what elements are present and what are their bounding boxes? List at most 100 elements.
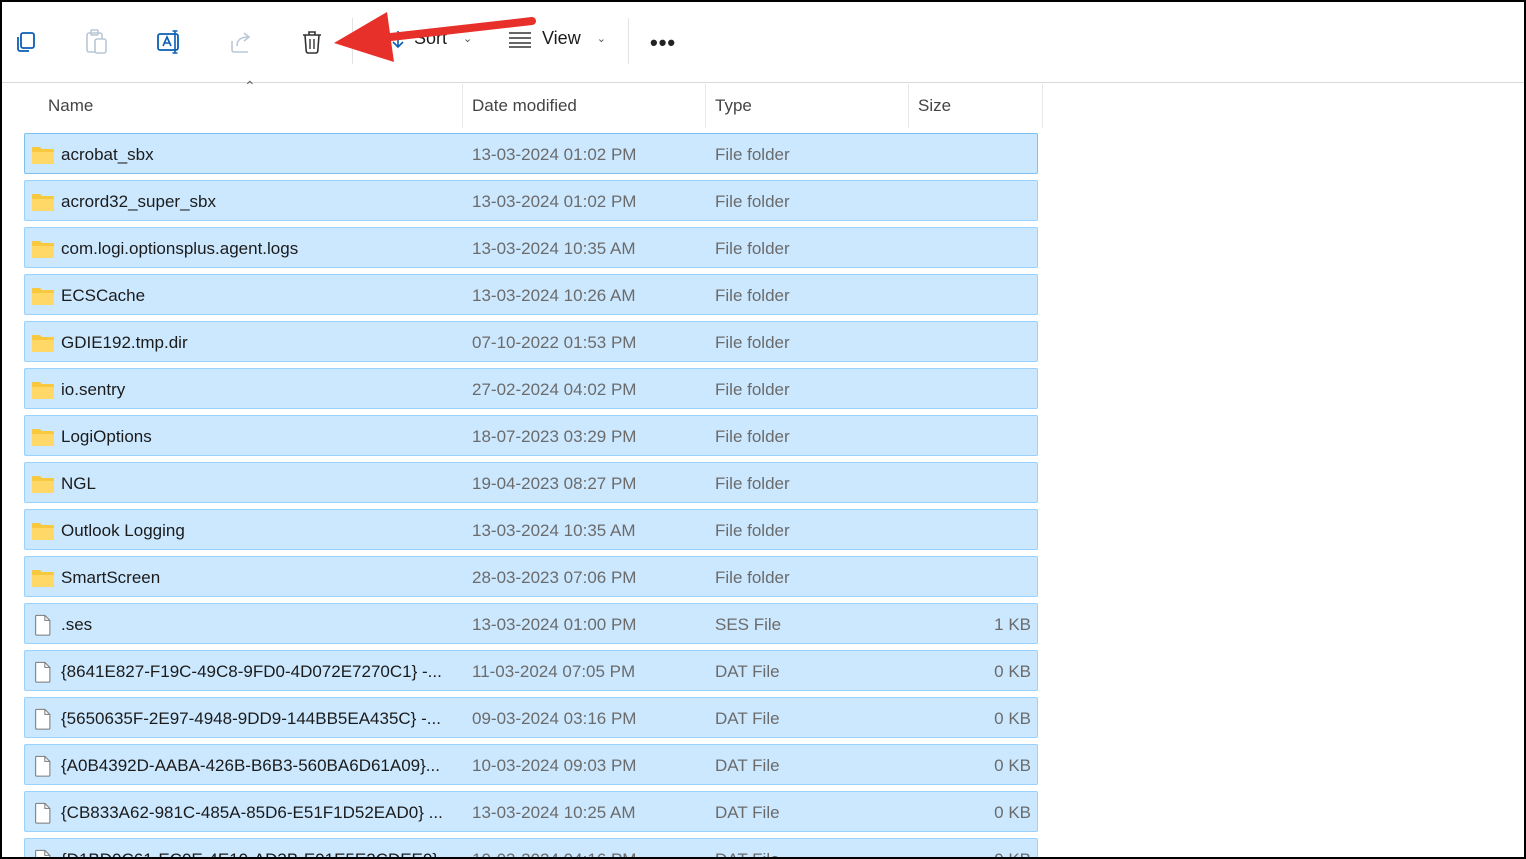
paste-button[interactable] <box>79 24 115 60</box>
column-header-type[interactable]: Type <box>715 84 752 128</box>
file-name: {5650635F-2E97-4948-9DD9-144BB5EA435C} -… <box>61 709 441 728</box>
file-type: File folder <box>715 333 790 352</box>
file-type: File folder <box>715 239 790 258</box>
column-header-row: ⌃ Name Date modified Type Size <box>2 78 1043 128</box>
file-size <box>911 134 1031 173</box>
file-type: DAT File <box>715 662 780 681</box>
list-item[interactable]: LogiOptions 18-07-2023 03:29 PM File fol… <box>24 415 1038 456</box>
file-name: .ses <box>61 615 93 634</box>
file-date: 13-03-2024 10:26 AM <box>472 286 636 305</box>
file-name: acrord32_super_sbx <box>61 192 216 211</box>
list-item[interactable]: com.logi.optionsplus.agent.logs 13-03-20… <box>24 227 1038 268</box>
annotation-arrow-icon <box>334 12 536 62</box>
file-size <box>911 181 1031 220</box>
file-type: File folder <box>715 145 790 164</box>
file-date: 18-07-2023 03:29 PM <box>472 427 637 446</box>
file-size <box>911 228 1031 267</box>
column-divider[interactable] <box>1042 84 1043 128</box>
file-name: LogiOptions <box>61 427 152 446</box>
column-header-size[interactable]: Size <box>918 84 951 128</box>
file-date: 27-02-2024 04:02 PM <box>472 380 637 399</box>
file-date: 13-03-2024 10:25 AM <box>472 803 636 822</box>
delete-button[interactable] <box>294 24 330 60</box>
file-date: 10-03-2024 04:16 PM <box>472 839 692 857</box>
file-size <box>911 275 1031 314</box>
file-size: 0 KB <box>994 803 1031 822</box>
file-name: SmartScreen <box>61 568 161 587</box>
folder-icon <box>32 241 54 258</box>
file-date: 13-03-2024 01:02 PM <box>472 192 637 211</box>
file-type: DAT File <box>715 839 905 857</box>
folder-icon <box>32 476 54 493</box>
file-name: io.sentry <box>61 380 126 399</box>
sort-ascending-icon: ⌃ <box>244 78 256 94</box>
copy-icon <box>17 32 35 52</box>
file-size <box>911 510 1031 549</box>
file-icon <box>35 614 51 636</box>
list-item[interactable]: SmartScreen 28-03-2023 07:06 PM File fol… <box>24 556 1038 597</box>
share-button[interactable] <box>223 24 259 60</box>
file-date: 13-03-2024 01:02 PM <box>472 145 637 164</box>
rename-button[interactable] <box>151 24 187 60</box>
list-item[interactable]: {8641E827-F19C-49C8-9FD0-4D072E7270C1} -… <box>24 650 1038 691</box>
folder-icon <box>32 288 54 305</box>
file-name: ECSCache <box>61 286 146 305</box>
file-name: NGL <box>61 474 96 493</box>
file-date: 13-03-2024 10:35 AM <box>472 239 636 258</box>
folder-icon <box>32 523 54 540</box>
column-divider[interactable] <box>908 84 909 128</box>
file-type: File folder <box>715 521 790 540</box>
list-item[interactable]: io.sentry 27-02-2024 04:02 PM File folde… <box>24 368 1038 409</box>
rename-icon <box>157 30 179 54</box>
column-header-name[interactable]: Name <box>48 84 93 128</box>
file-icon <box>35 755 51 777</box>
file-type: File folder <box>715 474 790 493</box>
file-size <box>911 322 1031 361</box>
copy-button[interactable] <box>8 24 44 60</box>
file-icon <box>35 802 51 824</box>
file-type: File folder <box>715 427 790 446</box>
file-type: DAT File <box>715 803 780 822</box>
list-item[interactable]: acrord32_super_sbx 13-03-2024 01:02 PM F… <box>24 180 1038 221</box>
paste-icon <box>86 29 107 54</box>
file-type: DAT File <box>715 756 780 775</box>
file-size <box>911 557 1031 596</box>
more-options-button[interactable]: ••• <box>650 30 676 56</box>
list-item[interactable]: {D1BD0C61-EC0E-4E10-AD3B-E01E5E2CDEE0}..… <box>24 838 1038 857</box>
file-date: 10-03-2024 09:03 PM <box>472 756 637 775</box>
list-item[interactable]: {5650635F-2E97-4948-9DD9-144BB5EA435C} -… <box>24 697 1038 738</box>
file-explorer-window: Sort ⌄ View ⌄ ••• ⌃ Name Date modified T… <box>0 0 1526 859</box>
file-size <box>911 416 1031 455</box>
file-date: 13-03-2024 01:00 PM <box>472 615 637 634</box>
list-item[interactable]: .ses 13-03-2024 01:00 PM SES File 1 KB <box>24 603 1038 644</box>
file-name: GDIE192.tmp.dir <box>61 333 188 352</box>
folder-icon <box>32 147 54 164</box>
list-item[interactable]: ECSCache 13-03-2024 10:26 AM File folder <box>24 274 1038 315</box>
list-item[interactable]: {A0B4392D-AABA-426B-B6B3-560BA6D61A09}..… <box>24 744 1038 785</box>
list-item[interactable]: NGL 19-04-2023 08:27 PM File folder <box>24 462 1038 503</box>
file-date: 28-03-2023 07:06 PM <box>472 568 637 587</box>
share-icon <box>231 32 251 53</box>
folder-icon <box>32 570 54 587</box>
list-item[interactable]: acrobat_sbx 13-03-2024 01:02 PM File fol… <box>24 133 1038 174</box>
file-name: {D1BD0C61-EC0E-4E10-AD3B-E01E5E2CDEE0}..… <box>61 839 453 857</box>
file-date: 11-03-2024 07:05 PM <box>472 662 636 681</box>
file-name: Outlook Logging <box>61 521 185 540</box>
file-icon <box>35 849 51 857</box>
file-size: 0 KB <box>994 662 1031 681</box>
folder-icon <box>32 382 54 399</box>
list-item[interactable]: Outlook Logging 13-03-2024 10:35 AM File… <box>24 509 1038 550</box>
list-item[interactable]: {CB833A62-981C-485A-85D6-E51F1D52EAD0} .… <box>24 791 1038 832</box>
toolbar-divider <box>628 18 629 64</box>
trash-icon <box>303 31 321 54</box>
file-date: 13-03-2024 10:35 AM <box>472 521 636 540</box>
column-divider[interactable] <box>705 84 706 128</box>
chevron-down-icon: ⌄ <box>596 33 606 45</box>
file-size: 0 KB <box>911 839 1031 857</box>
file-type: File folder <box>715 380 790 399</box>
file-size: 0 KB <box>994 756 1031 775</box>
list-item[interactable]: GDIE192.tmp.dir 07-10-2022 01:53 PM File… <box>24 321 1038 362</box>
file-type: File folder <box>715 192 790 211</box>
column-divider[interactable] <box>462 84 463 128</box>
column-header-date[interactable]: Date modified <box>472 84 577 128</box>
